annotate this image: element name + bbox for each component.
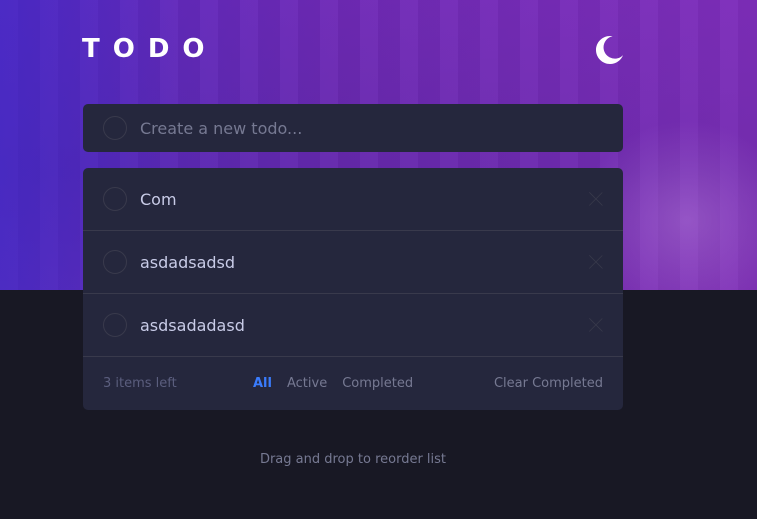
todo-checkbox[interactable] — [103, 313, 127, 337]
todo-checkbox[interactable] — [103, 187, 127, 211]
drag-hint: Drag and drop to reorder list — [259, 452, 447, 467]
todo-text: asdadsadsd — [140, 252, 236, 272]
close-icon[interactable] — [589, 192, 603, 206]
filter-completed[interactable]: Completed — [342, 376, 413, 391]
todo-item[interactable]: asdadsadsd — [83, 231, 623, 294]
list-footer: 3 items left All Active Completed Clear … — [83, 357, 623, 410]
todo-checkbox[interactable] — [103, 250, 127, 274]
clear-completed-button[interactable]: Clear Completed — [494, 376, 603, 391]
todo-text: asdsadadasd — [140, 315, 245, 335]
todo-text: Com — [140, 189, 177, 209]
close-icon[interactable] — [589, 318, 603, 332]
filter-group: All Active Completed — [253, 376, 413, 391]
filter-all[interactable]: All — [253, 376, 272, 391]
page-title: TODO — [82, 34, 218, 64]
new-todo-checkbox[interactable] — [103, 116, 127, 140]
moon-icon[interactable] — [596, 36, 624, 64]
close-icon[interactable] — [589, 255, 603, 269]
todo-item[interactable]: asdsadadasd — [83, 294, 623, 357]
new-todo-input[interactable] — [140, 118, 570, 138]
todo-item[interactable]: Com — [83, 168, 623, 231]
todo-list: Com asdadsadsd asdsadadasd 3 items left … — [83, 168, 623, 410]
new-todo-bar — [83, 104, 623, 152]
filter-active[interactable]: Active — [287, 376, 327, 391]
